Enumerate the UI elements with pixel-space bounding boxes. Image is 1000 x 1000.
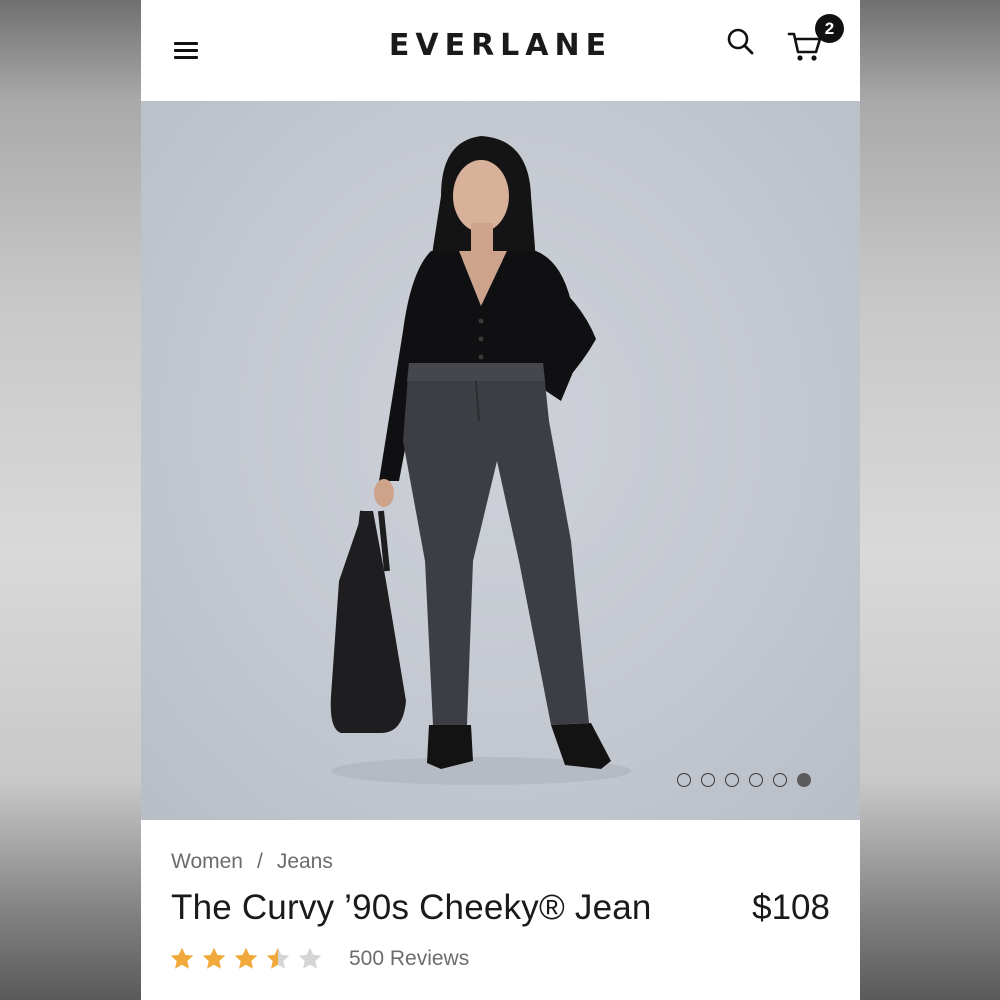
product-price: $108 — [752, 888, 830, 927]
gallery-dot-3[interactable] — [725, 773, 739, 787]
breadcrumb-jeans[interactable]: Jeans — [277, 850, 333, 873]
gallery-pagination — [677, 773, 811, 791]
product-title: The Curvy ’90s Cheeky® Jean — [171, 888, 652, 927]
product-info: Women / Jeans The Curvy ’90s Cheeky® Jean … — [141, 820, 860, 1000]
star-icon — [234, 947, 258, 969]
gallery-dot-5[interactable] — [773, 773, 787, 787]
search-icon — [727, 28, 754, 55]
product-image-gallery[interactable] — [141, 101, 860, 820]
breadcrumb-separator: / — [256, 850, 263, 873]
search-button[interactable] — [725, 26, 757, 58]
rating-stars — [169, 946, 323, 972]
breadcrumb-women[interactable]: Women — [171, 850, 243, 873]
cart-button[interactable]: 2 — [787, 14, 845, 64]
star-icon — [170, 947, 194, 969]
product-rating[interactable]: 500 Reviews — [169, 944, 469, 974]
site-header: EVERLANE 2 — [141, 0, 860, 101]
breadcrumb: Women / Jeans — [171, 850, 333, 874]
gallery-dot-6-active[interactable] — [797, 773, 811, 787]
star-icon — [298, 947, 322, 969]
reviews-link[interactable]: 500 Reviews — [349, 947, 469, 971]
gallery-dot-2[interactable] — [701, 773, 715, 787]
star-icon — [202, 947, 226, 969]
mobile-page: EVERLANE 2 Women / Jeans The Curvy ’90s … — [141, 0, 860, 1000]
star-icon — [266, 947, 290, 969]
product-photo — [330, 136, 631, 785]
gallery-dot-4[interactable] — [749, 773, 763, 787]
gallery-dot-1[interactable] — [677, 773, 691, 787]
cart-count-badge: 2 — [815, 14, 844, 43]
